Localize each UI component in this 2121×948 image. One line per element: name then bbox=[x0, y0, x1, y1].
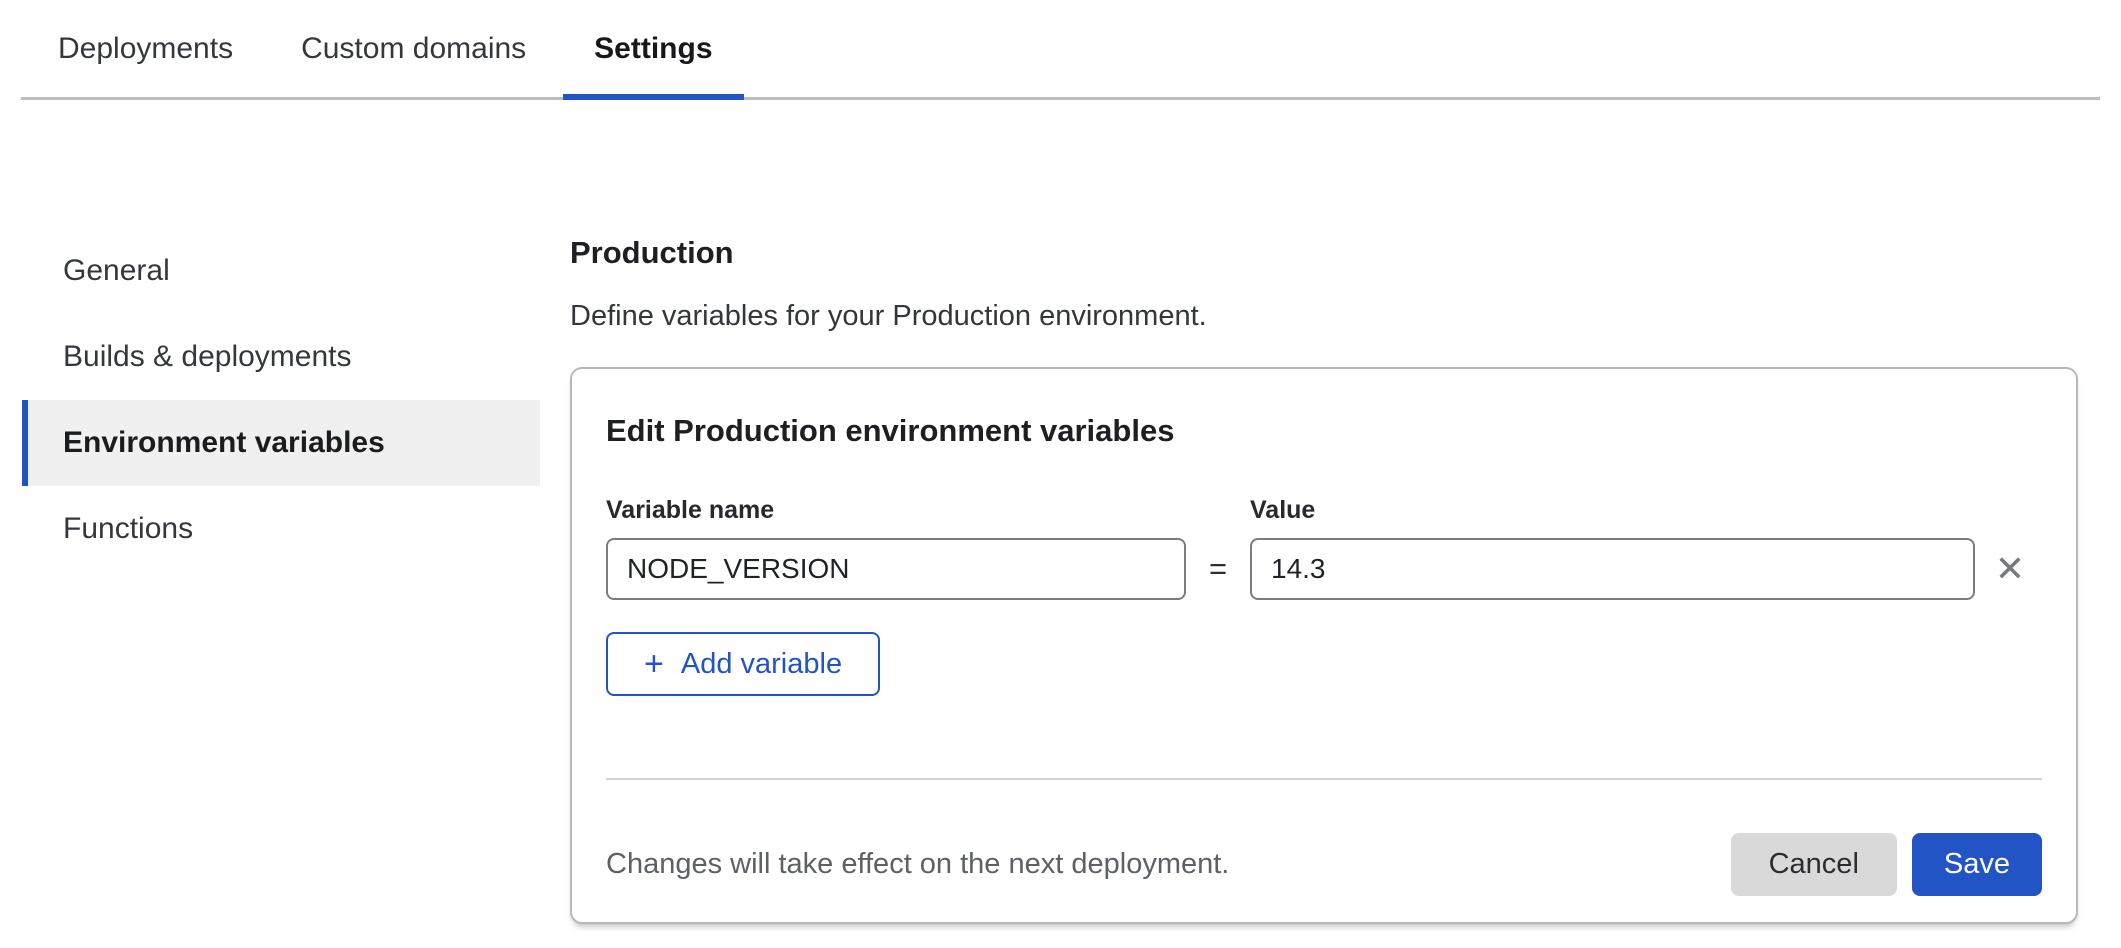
footer-buttons: Cancel Save bbox=[1731, 833, 2042, 896]
card-divider bbox=[606, 778, 2042, 780]
plus-icon: + bbox=[644, 647, 664, 681]
remove-variable-icon[interactable]: ✕ bbox=[1995, 551, 2025, 587]
variable-name-input[interactable] bbox=[606, 538, 1186, 600]
add-variable-button[interactable]: + Add variable bbox=[606, 632, 880, 696]
page-title: Production bbox=[570, 235, 2078, 271]
sidebar-item-environment-variables[interactable]: Environment variables bbox=[22, 400, 540, 486]
tab-settings[interactable]: Settings bbox=[563, 0, 743, 97]
variable-row: Variable name Value = ✕ bbox=[606, 496, 2042, 600]
sidebar-item-environment-variables-label: Environment variables bbox=[63, 426, 385, 460]
settings-layout: General Builds & deployments Environment… bbox=[0, 100, 2121, 924]
footer-note: Changes will take effect on the next dep… bbox=[606, 848, 1229, 881]
card-footer: Changes will take effect on the next dep… bbox=[606, 833, 2042, 896]
page-subtitle: Define variables for your Production env… bbox=[570, 300, 2078, 333]
card-title: Edit Production environment variables bbox=[606, 413, 2042, 449]
value-label: Value bbox=[1250, 496, 1975, 525]
sidebar-item-functions[interactable]: Functions bbox=[22, 486, 540, 572]
variable-value-input[interactable] bbox=[1250, 538, 1975, 600]
tab-settings-label: Settings bbox=[594, 32, 712, 66]
main-content: Production Define variables for your Pro… bbox=[570, 228, 2078, 924]
save-button[interactable]: Save bbox=[1912, 833, 2042, 896]
env-vars-card: Edit Production environment variables Va… bbox=[570, 367, 2078, 924]
equals-sign: = bbox=[1186, 551, 1250, 587]
sidebar-item-general-label: General bbox=[63, 254, 170, 288]
tab-custom-domains[interactable]: Custom domains bbox=[270, 0, 557, 97]
tab-custom-domains-label: Custom domains bbox=[301, 32, 526, 66]
variable-name-label: Variable name bbox=[606, 496, 1186, 525]
tab-deployments[interactable]: Deployments bbox=[27, 0, 264, 97]
add-variable-label: Add variable bbox=[681, 648, 842, 681]
settings-sidebar: General Builds & deployments Environment… bbox=[22, 228, 540, 572]
tab-bar: Deployments Custom domains Settings bbox=[21, 0, 2100, 100]
tab-deployments-label: Deployments bbox=[58, 32, 233, 66]
sidebar-item-general[interactable]: General bbox=[22, 228, 540, 314]
sidebar-item-functions-label: Functions bbox=[63, 512, 193, 546]
sidebar-item-builds-deployments[interactable]: Builds & deployments bbox=[22, 314, 540, 400]
sidebar-item-builds-deployments-label: Builds & deployments bbox=[63, 340, 352, 374]
cancel-button[interactable]: Cancel bbox=[1731, 833, 1897, 896]
